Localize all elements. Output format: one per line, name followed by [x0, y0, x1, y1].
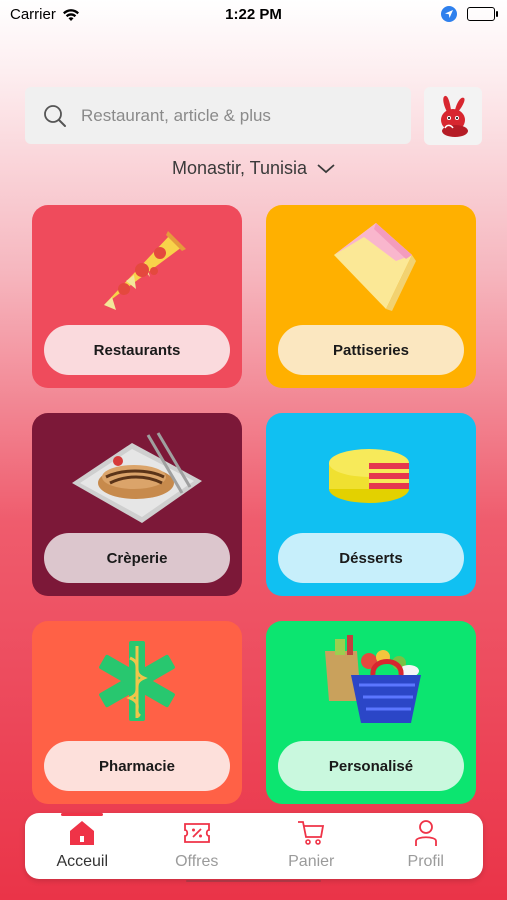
- tab-offres[interactable]: Offres: [140, 813, 255, 879]
- category-card-restaurants[interactable]: Restaurants: [32, 205, 242, 388]
- tab-label: Profil: [407, 853, 444, 870]
- rabbit-logo-icon: [441, 95, 468, 137]
- tab-panier[interactable]: Panier: [254, 813, 369, 879]
- grocery-basket-icon: [266, 621, 476, 741]
- location-services-icon: [441, 6, 457, 22]
- profile-icon: [414, 820, 437, 846]
- category-label: Crèperie: [44, 533, 230, 583]
- location-label: Monastir, Tunisia: [171, 158, 308, 178]
- tab-acceuil[interactable]: Acceuil: [25, 813, 140, 879]
- battery-icon: [467, 7, 498, 21]
- status-right: [441, 6, 498, 22]
- category-card-creperie[interactable]: Crèperie: [32, 413, 242, 596]
- search-icon: [44, 104, 66, 127]
- home-icon: [70, 821, 95, 845]
- brand-logo-button[interactable]: [424, 87, 482, 145]
- pharmacy-caduceus-icon: [32, 621, 242, 741]
- chevron-down-icon: [317, 163, 335, 173]
- tab-profil[interactable]: Profil: [369, 813, 484, 879]
- tab-label: Panier: [288, 853, 335, 870]
- category-card-pattiseries[interactable]: Pattiseries: [266, 205, 476, 388]
- tab-label: Offres: [175, 853, 219, 870]
- cake-slice-icon: [266, 205, 476, 325]
- cart-icon: [298, 821, 325, 845]
- category-card-pharmacie[interactable]: Pharmacie: [32, 621, 242, 804]
- crepe-plate-icon: [32, 413, 242, 533]
- category-label: Désserts: [278, 533, 464, 583]
- offers-icon: [183, 823, 210, 843]
- status-bar: Carrier 1:22 PM: [0, 0, 507, 28]
- status-time: 1:22 PM: [225, 6, 282, 23]
- tab-label: Acceuil: [56, 853, 109, 870]
- cheese-cake-icon: [266, 413, 476, 533]
- pizza-icon: [32, 205, 242, 325]
- category-label: Pattiseries: [278, 325, 464, 375]
- bottom-tab-bar: Acceuil Offres Panier Profil: [25, 813, 483, 879]
- search-input[interactable]: [81, 105, 381, 126]
- category-card-desserts[interactable]: Désserts: [266, 413, 476, 596]
- search-bar[interactable]: [25, 87, 411, 144]
- category-card-personalise[interactable]: Personalisé: [266, 621, 476, 804]
- location-selector[interactable]: Monastir, Tunisia: [0, 158, 507, 179]
- category-label: Personalisé: [278, 741, 464, 791]
- category-label: Restaurants: [44, 325, 230, 375]
- category-label: Pharmacie: [44, 741, 230, 791]
- home-indicator: [186, 880, 321, 882]
